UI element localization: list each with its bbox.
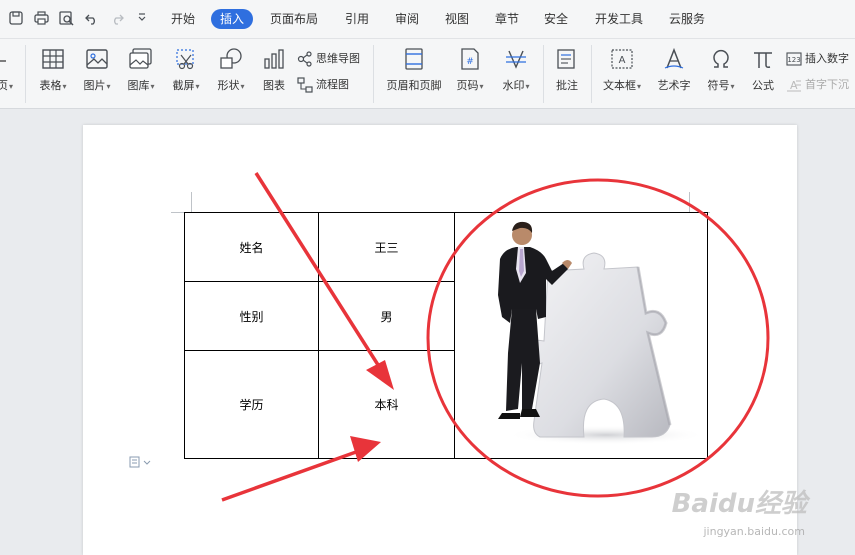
ribbon-insert: 页▾ 表格▾ 图片▾ 图库▾ 截屏▾ 形状▾ 图表 思维导图 流程图 页眉和页脚…	[0, 39, 855, 109]
insert-number-button[interactable]: 123 插入数字	[786, 50, 849, 68]
gallery-button[interactable]: 图库▾	[122, 47, 160, 93]
omega-icon	[708, 47, 734, 71]
flowchart-button[interactable]: 流程图	[297, 76, 349, 94]
table-button[interactable]: 表格▾	[34, 47, 72, 93]
flowchart-icon	[297, 77, 313, 93]
drop-cap-button[interactable]: A 首字下沉	[786, 76, 849, 94]
crop-mark	[191, 192, 192, 212]
tab-developer[interactable]: 开发工具	[586, 9, 652, 29]
more-icon[interactable]	[134, 11, 150, 27]
shape-button[interactable]: 形状▾	[212, 47, 250, 93]
tab-review[interactable]: 审阅	[386, 9, 428, 29]
table-cell-gender-label[interactable]: 性别	[184, 281, 319, 352]
page-number-button[interactable]: # 页码▾	[452, 47, 488, 93]
tab-view[interactable]: 视图	[436, 9, 478, 29]
mindmap-icon	[297, 51, 313, 67]
chart-icon	[261, 47, 287, 71]
comment-button[interactable]: 批注	[551, 47, 583, 93]
header-footer-button[interactable]: 页眉和页脚	[382, 47, 446, 93]
ribbon-separator	[373, 45, 374, 103]
formula-button[interactable]: 公式	[748, 47, 778, 93]
gallery-icon	[128, 47, 154, 71]
screenshot-button[interactable]: 截屏▾	[167, 47, 205, 93]
tab-start[interactable]: 开始	[162, 9, 204, 29]
scissors-icon	[173, 47, 199, 71]
save-icon[interactable]	[8, 11, 24, 27]
info-table[interactable]: 姓名 王三 性别 男 学历 本科	[184, 211, 708, 459]
menu-bar: 开始 插入 页面布局 引用 审阅 视图 章节 安全 开发工具 云服务	[0, 0, 855, 39]
paragraph-options-icon[interactable]	[129, 456, 151, 471]
ribbon-separator	[25, 45, 26, 103]
pi-icon	[750, 47, 776, 71]
ribbon-partial-button[interactable]: 页▾	[0, 47, 16, 93]
table-cell-education-label[interactable]: 学历	[184, 350, 319, 459]
table-cell-education-value[interactable]: 本科	[318, 350, 455, 459]
number-icon: 123	[786, 51, 802, 67]
page-number-icon: #	[457, 47, 483, 71]
wordart-icon	[661, 47, 687, 71]
mindmap-button[interactable]: 思维导图	[297, 50, 360, 68]
tab-references[interactable]: 引用	[336, 9, 378, 29]
table-cell-gender-value[interactable]: 男	[318, 281, 455, 352]
ribbon-separator	[591, 45, 592, 103]
table-cell-photo[interactable]	[454, 212, 708, 459]
header-footer-icon	[401, 47, 427, 71]
ribbon-separator	[543, 45, 544, 103]
chart-button[interactable]: 图表	[259, 47, 289, 93]
shape-icon	[218, 47, 244, 71]
wordart-button[interactable]: 艺术字	[654, 47, 694, 93]
table-icon	[40, 47, 66, 71]
page-icon	[0, 47, 20, 71]
crop-mark	[689, 192, 690, 212]
watermark-button[interactable]: 水印▾	[497, 47, 535, 93]
baidu-watermark-url: jingyan.baidu.com	[703, 525, 805, 538]
table-cell-name-label[interactable]: 姓名	[184, 211, 319, 283]
tab-security[interactable]: 安全	[535, 9, 577, 29]
table-cell-name-value[interactable]: 王三	[318, 211, 455, 283]
svg-text:A: A	[619, 55, 626, 66]
tab-cloud[interactable]: 云服务	[660, 9, 714, 29]
watermark-icon	[503, 47, 529, 71]
redo-icon[interactable]	[109, 11, 125, 27]
baidu-watermark-logo: Baidu经验	[671, 489, 807, 519]
tab-page-layout[interactable]: 页面布局	[261, 9, 327, 29]
print-preview-icon[interactable]	[58, 11, 74, 27]
svg-text:#: #	[466, 57, 474, 67]
drop-cap-icon: A	[786, 77, 802, 93]
person-puzzle-image[interactable]	[456, 213, 706, 455]
picture-icon	[84, 47, 110, 71]
picture-button[interactable]: 图片▾	[78, 47, 116, 93]
tab-insert[interactable]: 插入	[211, 9, 254, 29]
table-row: 姓名 王三	[184, 211, 708, 459]
comment-icon	[554, 47, 580, 71]
print-icon[interactable]	[33, 11, 49, 27]
tab-chapter[interactable]: 章节	[486, 9, 528, 29]
undo-icon[interactable]	[84, 11, 100, 27]
document-canvas: 姓名 王三 性别 男 学历 本科	[0, 109, 855, 555]
symbol-button[interactable]: 符号▾	[704, 47, 738, 93]
textbox-button[interactable]: A 文本框▾	[598, 47, 646, 93]
textbox-icon: A	[609, 47, 635, 71]
svg-text:123: 123	[787, 56, 800, 64]
